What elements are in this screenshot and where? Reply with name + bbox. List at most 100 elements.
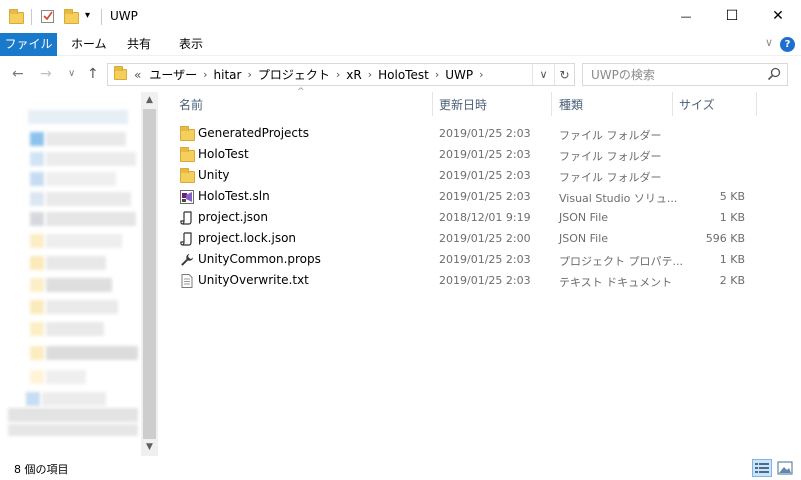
file-size: 2 KB (719, 274, 745, 287)
status-bar: 8 個の項目 (0, 456, 801, 480)
file-row[interactable]: HoloTest 2019/01/25 2:03 ファイル フォルダー (176, 144, 776, 165)
column-name-header[interactable]: 名前 (179, 96, 203, 113)
file-type: JSON File (559, 232, 609, 245)
maximize-button[interactable]: ☐ (709, 0, 755, 32)
file-name: Unity (198, 168, 230, 182)
customize-toolbar-icon[interactable]: ▾ (85, 10, 90, 28)
file-type: ファイル フォルダー (559, 150, 662, 163)
file-date: 2019/01/25 2:03 (439, 127, 531, 140)
file-type: ファイル フォルダー (559, 129, 662, 142)
text-file-icon (181, 274, 193, 288)
file-date: 2019/01/25 2:00 (439, 232, 531, 245)
forward-icon[interactable]: → (40, 66, 52, 82)
column-date-header[interactable]: 更新日時 (439, 96, 487, 113)
tab-share[interactable]: 共有 (117, 33, 161, 56)
tab-view[interactable]: 表示 (169, 33, 213, 56)
navigation-pane-scrollbar[interactable]: ▲ ▼ (141, 92, 158, 456)
address-dropdown-icon[interactable]: ∨ (532, 64, 554, 85)
navigation-pane[interactable]: ▲ ▼ (0, 92, 158, 456)
folder-icon[interactable] (9, 8, 24, 26)
back-icon[interactable]: ← (12, 66, 24, 82)
visual-studio-solution-icon (180, 190, 194, 204)
properties-icon[interactable] (40, 8, 56, 26)
tab-home[interactable]: ホーム (61, 33, 117, 56)
column-type-header[interactable]: 種類 (559, 96, 583, 113)
search-icon[interactable] (767, 67, 781, 81)
breadcrumb-separator[interactable]: › (334, 68, 342, 81)
column-size-header[interactable]: サイズ (679, 96, 715, 113)
details-view-icon (755, 463, 769, 473)
json-file-icon (180, 232, 192, 246)
breadcrumb-item[interactable]: hitar (210, 68, 246, 82)
breadcrumb-separator[interactable]: › (433, 68, 441, 81)
file-name: HoloTest (198, 147, 249, 161)
column-header: ^ 名前 更新日時 種類 サイズ (158, 87, 801, 116)
file-row[interactable]: UnityOverwrite.txt 2019/01/25 2:03 テキスト … (176, 270, 776, 291)
details-view-button[interactable] (752, 459, 772, 477)
address-bar[interactable]: « ユーザー › hitar › プロジェクト › xR › HoloTest … (107, 63, 575, 86)
tab-file[interactable]: ファイル (0, 33, 57, 56)
file-type: JSON File (559, 211, 609, 224)
wrench-icon (181, 254, 193, 266)
recent-locations-icon[interactable]: ∨ (68, 68, 75, 79)
file-type: Visual Studio ソリュ... (559, 192, 678, 205)
close-button[interactable]: ✕ (755, 0, 801, 32)
close-icon: ✕ (772, 8, 784, 24)
file-row[interactable]: project.lock.json 2019/01/25 2:00 JSON F… (176, 228, 776, 249)
breadcrumb-separator[interactable]: › (477, 68, 485, 81)
file-row[interactable]: UnityCommon.props 2019/01/25 2:03 プロジェクト… (176, 249, 776, 270)
large-icons-view-button[interactable] (775, 459, 795, 477)
new-folder-icon[interactable] (64, 8, 79, 26)
breadcrumb-overflow[interactable]: « (130, 68, 145, 82)
column-divider[interactable] (672, 92, 673, 116)
file-list[interactable]: ^ 名前 更新日時 種類 サイズ GeneratedProjects 2019/… (158, 87, 801, 456)
scroll-up-icon[interactable]: ▲ (141, 92, 158, 109)
scroll-thumb[interactable] (143, 109, 156, 439)
breadcrumb-item[interactable]: xR (342, 68, 365, 82)
file-date: 2019/01/25 2:03 (439, 253, 531, 266)
file-type: テキスト ドキュメント (559, 276, 673, 289)
file-row[interactable]: HoloTest.sln 2019/01/25 2:03 Visual Stud… (176, 186, 776, 207)
file-row[interactable]: Unity 2019/01/25 2:03 ファイル フォルダー (176, 165, 776, 186)
column-divider[interactable] (551, 92, 552, 116)
breadcrumb-item[interactable]: UWP (441, 68, 477, 82)
folder-icon (180, 126, 195, 141)
help-icon[interactable]: ? (780, 37, 795, 52)
file-name: UnityOverwrite.txt (198, 273, 309, 287)
breadcrumb-item[interactable]: ユーザー (145, 66, 201, 83)
breadcrumb: « ユーザー › hitar › プロジェクト › xR › HoloTest … (112, 64, 486, 85)
breadcrumb-item[interactable]: プロジェクト (254, 66, 334, 83)
file-name: project.json (198, 210, 268, 224)
search-input[interactable] (591, 66, 761, 83)
quick-access-divider (31, 9, 32, 25)
minimize-button[interactable]: — (663, 0, 709, 32)
file-row[interactable]: GeneratedProjects 2019/01/25 2:03 ファイル フ… (176, 123, 776, 144)
json-file-icon (180, 211, 192, 225)
breadcrumb-separator[interactable]: › (245, 68, 253, 81)
file-type: ファイル フォルダー (559, 171, 662, 184)
file-name: UnityCommon.props (198, 252, 321, 266)
scroll-down-icon[interactable]: ▼ (141, 439, 158, 456)
breadcrumb-separator[interactable]: › (366, 68, 374, 81)
large-icons-view-icon (777, 461, 793, 475)
file-date: 2019/01/25 2:03 (439, 169, 531, 182)
column-divider[interactable] (432, 92, 433, 116)
ribbon-expand-icon[interactable]: ∨ (765, 36, 773, 49)
file-row[interactable]: project.json 2018/12/01 9:19 JSON File 1… (176, 207, 776, 228)
up-icon[interactable]: ↑ (87, 66, 99, 82)
breadcrumb-item[interactable]: HoloTest (374, 68, 433, 82)
folder-icon (112, 66, 130, 80)
refresh-icon[interactable]: ↻ (554, 64, 574, 85)
file-date: 2019/01/25 2:03 (439, 190, 531, 203)
ribbon: ファイル ホーム 共有 表示 ∨ ? (0, 33, 801, 56)
item-count: 8 個の項目 (14, 463, 69, 476)
file-name: HoloTest.sln (198, 189, 270, 203)
column-divider[interactable] (756, 92, 757, 116)
title-bar: ▾ UWP — ☐ ✕ (0, 0, 801, 33)
breadcrumb-separator[interactable]: › (201, 68, 209, 81)
search-box[interactable] (582, 63, 788, 86)
sort-ascending-icon: ^ (297, 87, 305, 97)
window-title: UWP (110, 9, 138, 23)
maximize-icon: ☐ (725, 8, 739, 24)
title-divider (101, 9, 102, 25)
